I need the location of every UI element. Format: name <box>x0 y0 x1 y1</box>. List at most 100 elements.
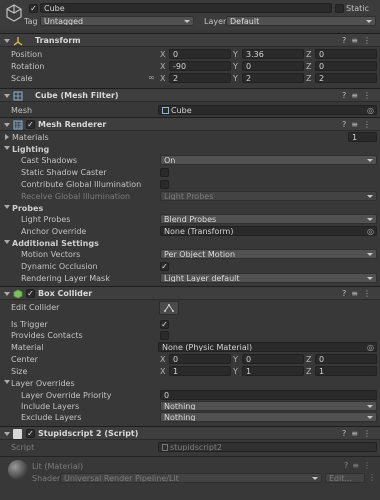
layer-overrides-label: Layer Overrides <box>11 379 75 388</box>
more-options-icon[interactable]: ⋮ <box>368 473 376 482</box>
additional-settings-foldout-icon[interactable] <box>4 240 10 244</box>
foldout-arrow-icon[interactable] <box>4 432 10 436</box>
additional-settings-label: Additional Settings <box>12 239 99 248</box>
provides-contacts-label: Provides Contacts <box>11 331 83 340</box>
foldout-arrow-icon[interactable] <box>4 292 10 296</box>
script-title: Stupidscript 2 (Script) <box>38 429 139 438</box>
rendering-layer-label: Rendering Layer Mask <box>21 274 110 283</box>
rotation-y-field[interactable]: 0 <box>242 61 304 71</box>
mesh-value: Cube <box>171 106 192 115</box>
foldout-arrow-icon[interactable] <box>4 123 10 127</box>
transform-icon <box>13 36 23 46</box>
component-menu-icons[interactable]: ?≡⋮ <box>342 120 376 129</box>
link-icon[interactable]: ∞ <box>148 73 155 82</box>
rendering-layer-dropdown[interactable]: Light Layer default <box>160 273 377 283</box>
material-menu-icons[interactable]: ?≡⋮ <box>344 461 375 470</box>
materials-count-field[interactable]: 1 <box>348 132 377 142</box>
cube-object-icon <box>4 3 24 23</box>
edit-collider-button[interactable] <box>159 301 179 315</box>
anchor-override-value: None (Transform) <box>164 227 234 236</box>
is-trigger-checkbox[interactable]: ✓ <box>160 320 169 329</box>
contribute-gi-label: Contribute Global Illumination <box>21 180 142 189</box>
foldout-arrow-icon[interactable] <box>4 39 10 43</box>
object-header: ✓ Cube Static Tag Untagged Layer Default <box>0 0 380 30</box>
layer-overrides-foldout-icon[interactable] <box>4 380 10 384</box>
dynamic-occlusion-checkbox[interactable]: ✓ <box>160 262 169 271</box>
size-y-field[interactable]: 1 <box>242 366 304 376</box>
size-label: Size <box>11 367 28 376</box>
material-title: Lit (Material) <box>32 462 84 471</box>
script-field: stupidscript2 <box>158 442 377 452</box>
position-z-field[interactable]: 0 <box>315 49 377 59</box>
mesh-filter-header[interactable]: Cube (Mesh Filter) ?≡⋮ <box>0 88 380 102</box>
component-menu-icons[interactable]: ?≡⋮ <box>342 289 376 298</box>
exclude-layers-dropdown[interactable]: Nothing <box>160 412 377 422</box>
component-menu-icons[interactable]: ?≡⋮ <box>342 36 376 45</box>
motion-vectors-dropdown[interactable]: Per Object Motion <box>160 249 377 259</box>
material-sphere-icon <box>8 460 28 480</box>
probes-foldout-icon[interactable] <box>4 205 10 209</box>
foldout-arrow-icon[interactable] <box>4 94 10 98</box>
object-name-field[interactable]: Cube <box>40 3 332 13</box>
rotation-z-field[interactable]: 0 <box>315 61 377 71</box>
lighting-foldout-icon[interactable] <box>4 146 10 150</box>
component-menu-icons[interactable]: ?≡⋮ <box>342 91 376 100</box>
center-x-field[interactable]: 0 <box>169 354 231 364</box>
layer-label: Layer <box>204 17 227 26</box>
axis-x-label: X <box>160 50 166 59</box>
motion-vectors-label: Motion Vectors <box>21 250 81 259</box>
center-label: Center <box>11 355 38 364</box>
script-enabled-checkbox[interactable]: ✓ <box>26 429 35 438</box>
light-probes-dropdown[interactable]: Blend Probes <box>160 214 377 224</box>
scale-y-field[interactable]: 2 <box>242 73 304 83</box>
physic-material-field[interactable]: None (Physic Material) ◎ <box>158 342 377 352</box>
script-file-icon <box>162 444 168 451</box>
materials-label: Materials <box>12 133 49 142</box>
axis-y-label: Y <box>233 50 238 59</box>
lighting-label: Lighting <box>12 145 50 154</box>
scale-x-field[interactable]: 2 <box>169 73 231 83</box>
include-layers-dropdown[interactable]: Nothing <box>160 401 377 411</box>
mesh-filter-icon <box>13 91 23 101</box>
material-label: Material <box>11 343 44 352</box>
static-shadow-caster-checkbox[interactable] <box>160 168 169 177</box>
mesh-renderer-title: Mesh Renderer <box>38 120 107 129</box>
contribute-gi-checkbox[interactable] <box>160 180 169 189</box>
component-menu-icons[interactable]: ?≡⋮ <box>342 429 376 438</box>
object-picker-icon[interactable]: ◎ <box>367 227 374 235</box>
script-header[interactable]: ✓ Stupidscript 2 (Script) ?≡⋮ <box>0 426 380 440</box>
object-picker-icon[interactable]: ◎ <box>367 343 374 351</box>
chevron-down-icon <box>366 20 372 23</box>
object-picker-icon[interactable]: ◎ <box>367 106 374 114</box>
box-collider-enabled-checkbox[interactable]: ✓ <box>26 289 35 298</box>
layer-override-priority-field[interactable]: 0 <box>160 390 377 400</box>
transform-title: Transform <box>35 36 81 45</box>
scale-z-field[interactable]: 2 <box>315 73 377 83</box>
static-checkbox[interactable] <box>335 4 344 13</box>
rotation-x-field[interactable]: -90 <box>169 61 231 71</box>
materials-foldout-icon[interactable] <box>5 134 9 140</box>
center-y-field[interactable]: 0 <box>242 354 304 364</box>
shader-edit-label: Edit... <box>329 474 353 483</box>
receive-gi-value: Light Probes <box>164 192 214 201</box>
chevron-down-icon <box>367 277 373 280</box>
axis-z-label: Z <box>306 367 312 376</box>
position-x-field[interactable]: 0 <box>169 49 231 59</box>
box-collider-header[interactable]: ✓ Box Collider ?≡⋮ <box>0 286 380 300</box>
mesh-renderer-enabled-checkbox[interactable]: ✓ <box>26 120 35 129</box>
transform-header[interactable]: Transform ?≡⋮ <box>0 33 380 47</box>
mesh-renderer-header[interactable]: ✓ Mesh Renderer ?≡⋮ <box>0 117 380 131</box>
shader-edit-button[interactable]: Edit... <box>325 473 365 483</box>
cast-shadows-dropdown[interactable]: On <box>160 155 377 165</box>
size-x-field[interactable]: 1 <box>169 366 231 376</box>
layer-dropdown[interactable]: Default <box>226 16 376 26</box>
anchor-override-field[interactable]: None (Transform) ◎ <box>160 226 377 236</box>
provides-contacts-checkbox[interactable] <box>160 331 169 340</box>
center-z-field[interactable]: 0 <box>315 354 377 364</box>
size-z-field[interactable]: 1 <box>315 366 377 376</box>
position-y-field[interactable]: 3.36 <box>242 49 304 59</box>
mesh-object-field[interactable]: Cube ◎ <box>158 105 377 115</box>
active-toggle[interactable]: ✓ <box>29 4 38 13</box>
tag-dropdown[interactable]: Untagged <box>40 16 194 26</box>
box-collider-icon <box>13 289 23 299</box>
